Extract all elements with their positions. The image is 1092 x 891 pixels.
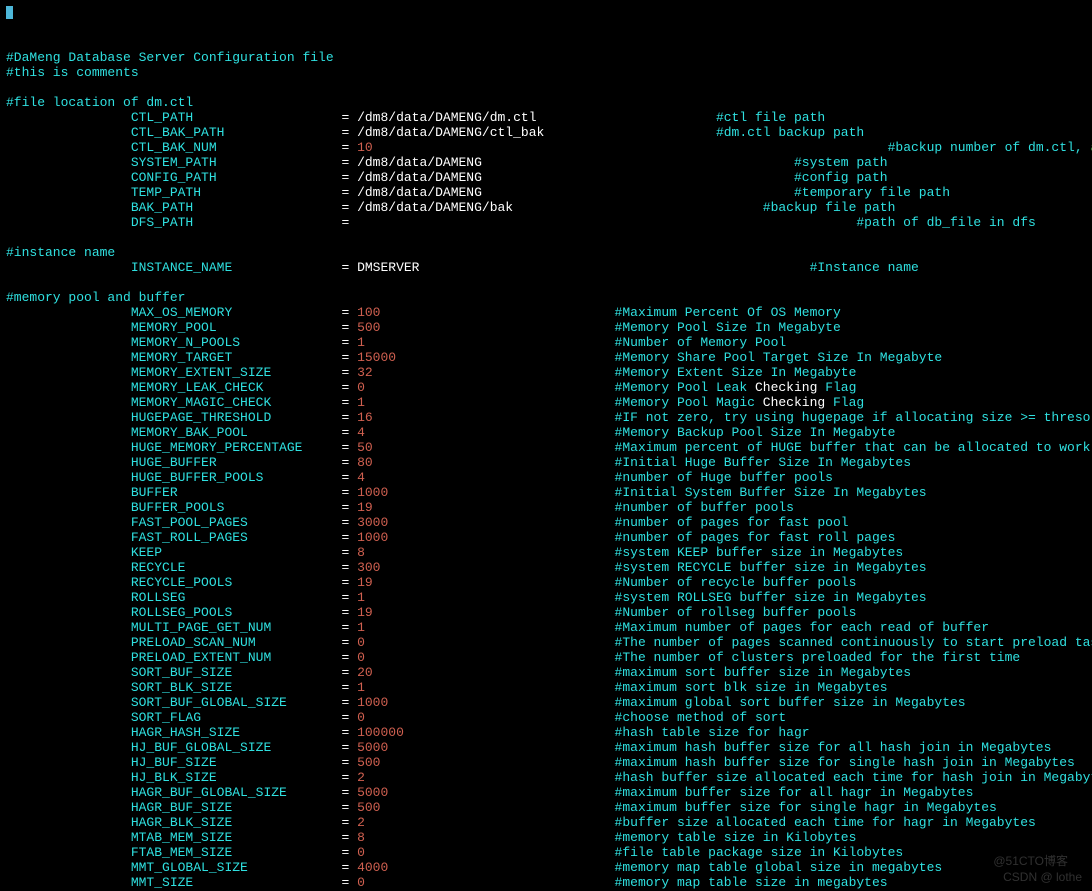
blank-line <box>0 230 1092 245</box>
blank-line <box>0 275 1092 290</box>
config-row: KEEP = 8 #system KEEP buffer size in Meg… <box>0 545 1092 560</box>
config-row: PRELOAD_EXTENT_NUM = 0 #The number of cl… <box>0 650 1092 665</box>
config-row: CONFIG_PATH = /dm8/data/DAMENG #config p… <box>0 170 1092 185</box>
config-row: HAGR_BUF_GLOBAL_SIZE = 5000 #maximum buf… <box>0 785 1092 800</box>
config-row: MEMORY_MAGIC_CHECK = 1 #Memory Pool Magi… <box>0 395 1092 410</box>
config-row: HUGE_BUFFER = 80 #Initial Huge Buffer Si… <box>0 455 1092 470</box>
config-row: HJ_BLK_SIZE = 2 #hash buffer size alloca… <box>0 770 1092 785</box>
config-row: MULTI_PAGE_GET_NUM = 1 #Maximum number o… <box>0 620 1092 635</box>
config-row: BUFFER = 1000 #Initial System Buffer Siz… <box>0 485 1092 500</box>
config-row: HAGR_BLK_SIZE = 2 #buffer size allocated… <box>0 815 1092 830</box>
watermark-1: @51CTO博客 <box>993 854 1068 869</box>
config-row: MEMORY_EXTENT_SIZE = 32 #Memory Extent S… <box>0 365 1092 380</box>
config-row: SORT_BUF_SIZE = 20 #maximum sort buffer … <box>0 665 1092 680</box>
config-row: RECYCLE = 300 #system RECYCLE buffer siz… <box>0 560 1092 575</box>
config-row: PRELOAD_SCAN_NUM = 0 #The number of page… <box>0 635 1092 650</box>
config-row: ROLLSEG = 1 #system ROLLSEG buffer size … <box>0 590 1092 605</box>
config-content: #DaMeng Database Server Configuration fi… <box>0 50 1092 891</box>
config-row: CTL_BAK_NUM = 10 #backup number of dm.ct… <box>0 140 1092 155</box>
config-row: HAGR_HASH_SIZE = 100000 #hash table size… <box>0 725 1092 740</box>
config-row: ROLLSEG_POOLS = 19 #Number of rollseg bu… <box>0 605 1092 620</box>
config-row: SYSTEM_PATH = /dm8/data/DAMENG #system p… <box>0 155 1092 170</box>
config-row: MEMORY_TARGET = 15000 #Memory Share Pool… <box>0 350 1092 365</box>
config-row: SORT_BUF_GLOBAL_SIZE = 1000 #maximum glo… <box>0 695 1092 710</box>
section-title: #instance name <box>0 245 1092 260</box>
config-row: HJ_BUF_GLOBAL_SIZE = 5000 #maximum hash … <box>0 740 1092 755</box>
comment-line: #DaMeng Database Server Configuration fi… <box>0 50 1092 65</box>
config-row: CTL_BAK_PATH = /dm8/data/DAMENG/ctl_bak … <box>0 125 1092 140</box>
config-row: MMT_FLAG = 1 #ways of storing bdta data … <box>0 890 1092 891</box>
section-title: #file location of dm.ctl <box>0 95 1092 110</box>
blank-line <box>0 80 1092 95</box>
config-row: HAGR_BUF_SIZE = 500 #maximum buffer size… <box>0 800 1092 815</box>
terminal-screen: #DaMeng Database Server Configuration fi… <box>0 0 1092 891</box>
config-row: HUGEPAGE_THRESHOLD = 16 #IF not zero, tr… <box>0 410 1092 425</box>
config-row: SORT_BLK_SIZE = 1 #maximum sort blk size… <box>0 680 1092 695</box>
watermark-2: CSDN @ lothe <box>1003 870 1082 885</box>
config-row: TEMP_PATH = /dm8/data/DAMENG #temporary … <box>0 185 1092 200</box>
config-row: MEMORY_LEAK_CHECK = 0 #Memory Pool Leak … <box>0 380 1092 395</box>
config-row: INSTANCE_NAME = DMSERVER #Instance name <box>0 260 1092 275</box>
config-row: RECYCLE_POOLS = 19 #Number of recycle bu… <box>0 575 1092 590</box>
config-row: MMT_GLOBAL_SIZE = 4000 #memory map table… <box>0 860 1092 875</box>
config-row: MEMORY_POOL = 500 #Memory Pool Size In M… <box>0 320 1092 335</box>
config-row: FAST_POOL_PAGES = 3000 #number of pages … <box>0 515 1092 530</box>
config-row: MTAB_MEM_SIZE = 8 #memory table size in … <box>0 830 1092 845</box>
config-row: BUFFER_POOLS = 19 #number of buffer pool… <box>0 500 1092 515</box>
config-row: CTL_PATH = /dm8/data/DAMENG/dm.ctl #ctl … <box>0 110 1092 125</box>
config-row: HJ_BUF_SIZE = 500 #maximum hash buffer s… <box>0 755 1092 770</box>
comment-line: #this is comments <box>0 65 1092 80</box>
section-title: #memory pool and buffer <box>0 290 1092 305</box>
config-row: FTAB_MEM_SIZE = 0 #file table package si… <box>0 845 1092 860</box>
config-row: HUGE_BUFFER_POOLS = 4 #number of Huge bu… <box>0 470 1092 485</box>
config-row: MEMORY_N_POOLS = 1 #Number of Memory Poo… <box>0 335 1092 350</box>
config-row: MEMORY_BAK_POOL = 4 #Memory Backup Pool … <box>0 425 1092 440</box>
config-row: HUGE_MEMORY_PERCENTAGE = 50 #Maximum per… <box>0 440 1092 455</box>
config-row: FAST_ROLL_PAGES = 1000 #number of pages … <box>0 530 1092 545</box>
cursor-icon <box>6 6 13 19</box>
config-row: DFS_PATH = #path of db_file in dfs <box>0 215 1092 230</box>
config-row: MMT_SIZE = 0 #memory map table size in m… <box>0 875 1092 890</box>
config-row: MAX_OS_MEMORY = 100 #Maximum Percent Of … <box>0 305 1092 320</box>
config-row: SORT_FLAG = 0 #choose method of sort <box>0 710 1092 725</box>
config-row: BAK_PATH = /dm8/data/DAMENG/bak #backup … <box>0 200 1092 215</box>
